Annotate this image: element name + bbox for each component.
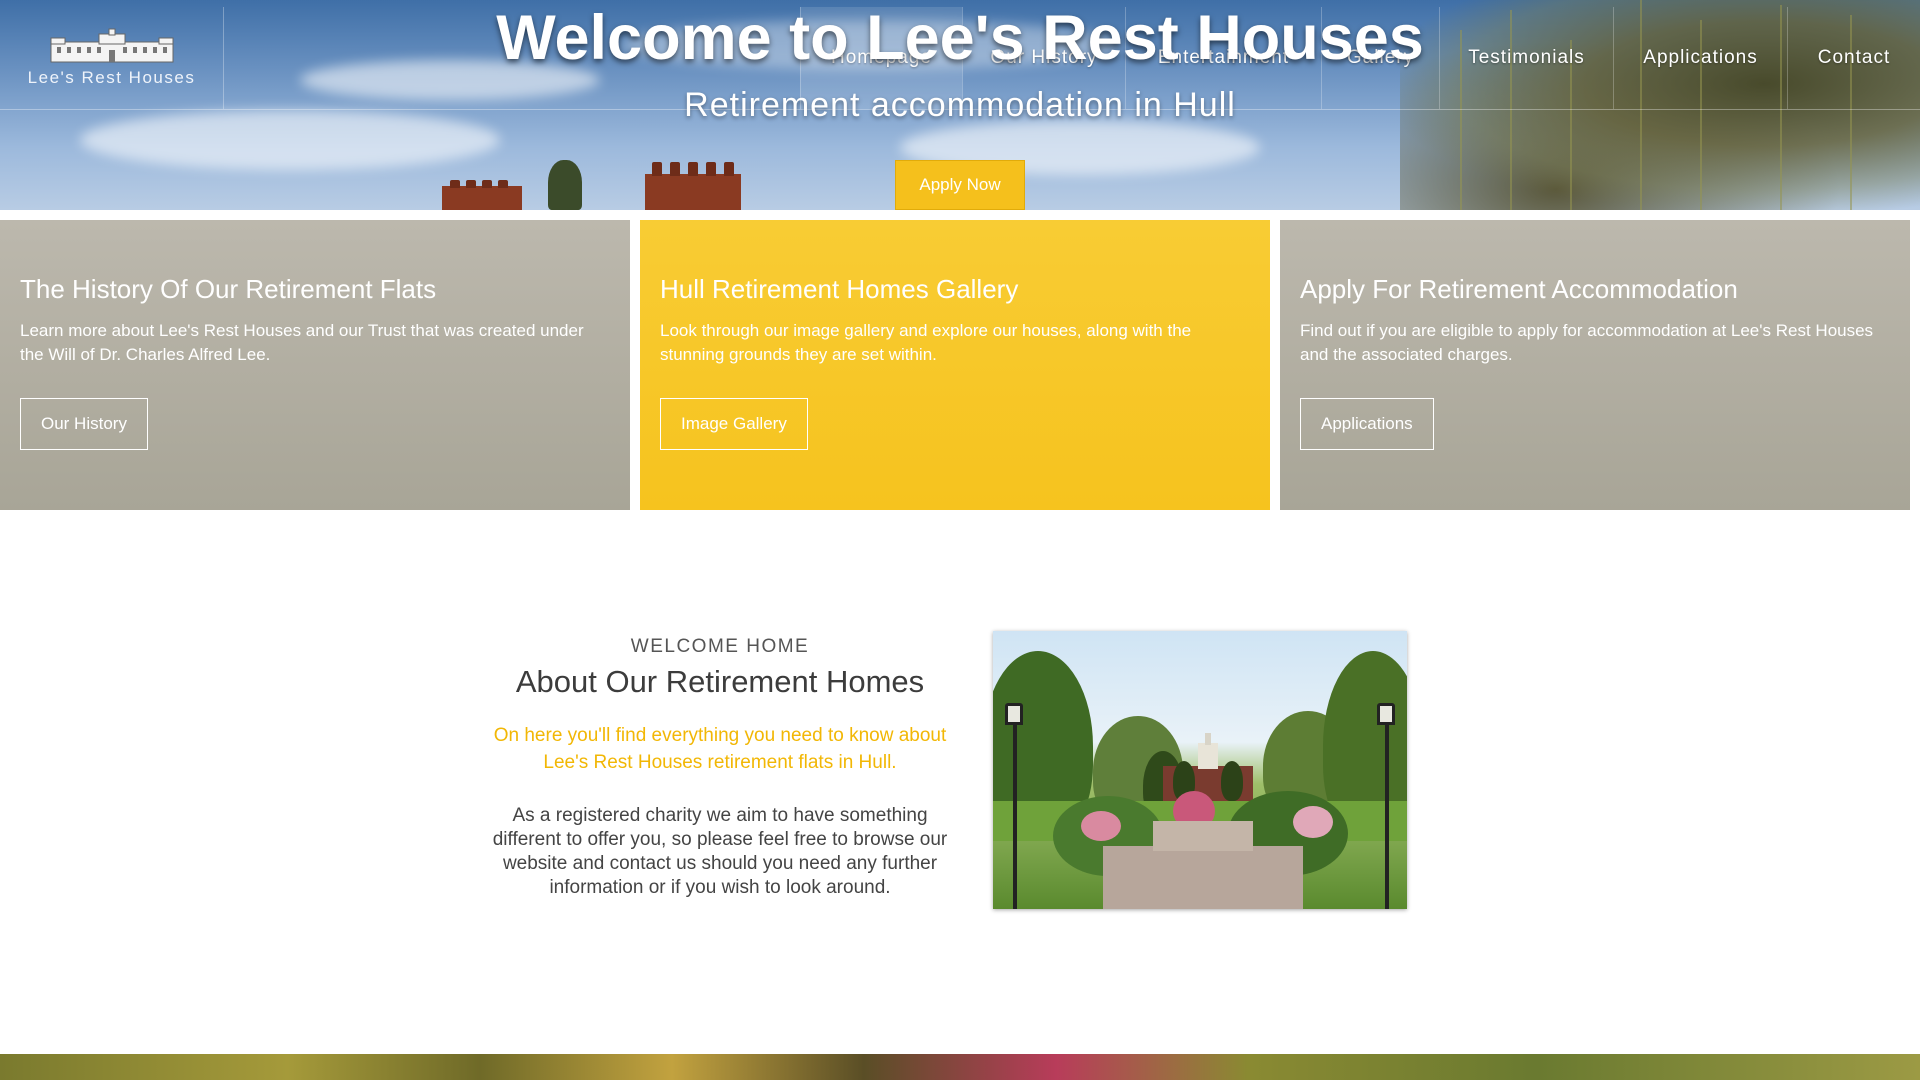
image-gallery-button[interactable]: Image Gallery (660, 398, 808, 450)
chimney-decoration (645, 174, 741, 210)
panel-title: The History Of Our Retirement Flats (20, 274, 437, 304)
panel-text: Look through our image gallery and explo… (660, 321, 1192, 364)
section-title: About Our Retirement Homes (515, 664, 925, 699)
tree-decoration (548, 160, 582, 210)
about-section: WELCOME HOME About Our Retirement Homes … (480, 636, 960, 900)
our-history-button[interactable]: Our History (20, 398, 148, 450)
chimney-decoration (442, 186, 522, 210)
flower-bed-image (0, 1054, 1920, 1080)
applications-panel: Apply For Retirement Accommodation Find … (1280, 220, 1910, 510)
panel-title: Hull Retirement Homes Gallery (660, 274, 1019, 304)
panel-text: Learn more about Lee's Rest Houses and o… (20, 321, 584, 364)
section-lead: On here you'll find everything you need … (493, 725, 947, 773)
hero-subtitle: Retirement accommodation in Hull (684, 86, 1236, 124)
hero-banner: Lee's Rest Houses Homepage Our History E… (0, 0, 1920, 210)
apply-now-button[interactable]: Apply Now (895, 160, 1025, 210)
garden-photo (993, 631, 1407, 909)
hero-title: Welcome to Lee's Rest Houses (496, 3, 1424, 73)
section-body: As a registered charity we aim to have s… (492, 805, 948, 898)
gallery-panel: Hull Retirement Homes Gallery Look throu… (640, 220, 1270, 510)
history-panel: The History Of Our Retirement Flats Lear… (0, 220, 630, 510)
applications-button[interactable]: Applications (1300, 398, 1434, 450)
panel-title: Apply For Retirement Accommodation (1300, 274, 1738, 304)
section-eyebrow: WELCOME HOME (630, 636, 810, 657)
panel-text: Find out if you are eligible to apply fo… (1300, 321, 1874, 364)
